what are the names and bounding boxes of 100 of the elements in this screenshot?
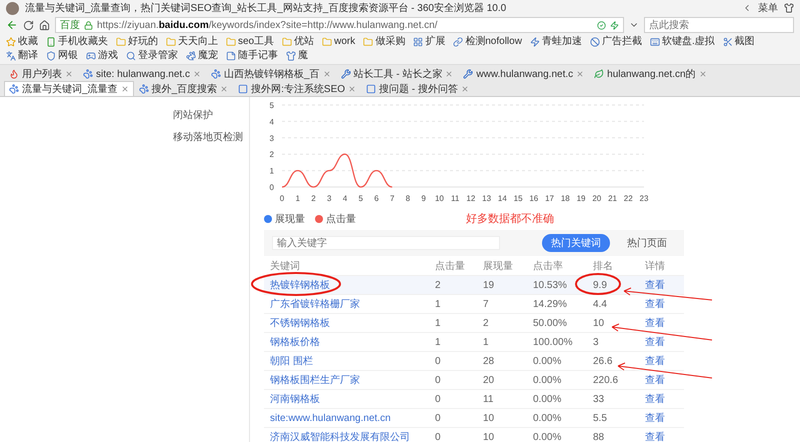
toolbar-item[interactable]: 翻译 (6, 49, 38, 63)
bookmark[interactable]: 天天向上 (166, 35, 218, 49)
close-icon[interactable] (220, 85, 228, 93)
keyword-link[interactable]: 河南钢格板 (270, 392, 435, 406)
legend-item[interactable]: 点击量 (315, 212, 356, 226)
axis-label: 3 (270, 134, 274, 143)
view-link[interactable]: 查看 (645, 354, 685, 368)
folder-icon (322, 37, 332, 47)
bookmark[interactable]: 收藏 (6, 35, 38, 49)
keyword-link[interactable]: 钢格板围栏生产厂家 (270, 373, 435, 387)
shirt-icon (286, 51, 296, 61)
close-icon[interactable] (120, 85, 129, 93)
table-cell-text: 9.9 (593, 280, 608, 290)
phone-icon (46, 37, 56, 47)
bookmark[interactable]: 好玩的 (116, 35, 158, 49)
keyword-link[interactable]: 济南汉威智能科技发展有限公司 (270, 430, 435, 442)
close-icon[interactable] (322, 70, 331, 78)
close-icon[interactable] (460, 85, 469, 93)
view-link[interactable]: 查看 (645, 430, 685, 442)
avatar[interactable] (6, 2, 19, 14)
table-cell-text: 0 (435, 432, 442, 442)
menu-label[interactable]: 菜单 (758, 1, 778, 15)
keyword-search-field[interactable]: 输入关键字 (272, 236, 500, 250)
axis-label: 21 (608, 194, 617, 203)
legend-item[interactable]: 展现量 (264, 212, 305, 226)
bookmark[interactable]: 优站 (282, 35, 314, 49)
axis-label: 8 (406, 194, 410, 203)
toolbar-item[interactable]: 网银 (46, 49, 78, 63)
view-link[interactable]: 查看 (645, 297, 685, 311)
toolbar-item[interactable]: 检测nofollow (453, 35, 522, 49)
close-icon[interactable] (576, 70, 584, 78)
toolbar-item[interactable]: 青蛙加速 (530, 35, 582, 49)
table-cell-text: 88 (593, 432, 606, 442)
toolbar-item[interactable]: 广告拦截 (590, 35, 642, 49)
table-cell-text: 0 (435, 412, 442, 424)
column-header: 点击量 (435, 260, 466, 272)
close-icon[interactable] (445, 70, 454, 78)
sidebar-item[interactable]: 闭站保护 (173, 109, 249, 123)
view-link[interactable]: 查看 (645, 278, 685, 292)
close-icon[interactable] (192, 70, 201, 78)
toolbar-item[interactable]: 扩展 (413, 35, 446, 49)
keyword-link[interactable]: 热镀锌钢格板 (270, 278, 435, 292)
refresh-icon[interactable] (23, 20, 34, 30)
axis-label: 6 (374, 194, 379, 203)
back-icon[interactable] (6, 19, 18, 31)
axis-label: 2 (270, 150, 274, 160)
keyword-link[interactable]: site:www.hulanwang.net.cn (270, 412, 435, 424)
toolbar-item[interactable]: 软键盘.虚拟 (650, 35, 715, 49)
home-icon[interactable] (39, 20, 50, 30)
toolbar-item[interactable]: 游戏 (86, 49, 118, 63)
bookmark[interactable]: 做采购 (363, 35, 406, 49)
url-text: https://ziyuan.baidu.com/keywords/index?site=http://www.hulanwang.net.cn/ (97, 20, 438, 30)
address-bar[interactable]: 百度 https://ziyuan.baidu.com/keywords/index?site=http://www.hulanwang.net.cn/ (55, 17, 624, 33)
view-tab[interactable]: 热门关键词 (542, 234, 610, 252)
keyword-link[interactable]: 不锈钢钢格板 (270, 316, 435, 330)
view-link[interactable]: 查看 (645, 335, 685, 349)
bookmark[interactable]: 手机收藏夹 (46, 35, 108, 49)
search-field[interactable]: 点此搜索 (644, 17, 794, 33)
wrench-icon (463, 69, 474, 79)
table-cell-text: 11 (483, 394, 494, 404)
browser-tab[interactable]: 流量与关键词_流量查 (4, 81, 134, 96)
bolt-icon (530, 37, 540, 47)
view-link[interactable]: 查看 (645, 316, 685, 330)
axis-label: 4 (342, 194, 348, 203)
keyword-link[interactable]: 朝阳 围栏 (270, 354, 435, 368)
toolbar-item[interactable]: 截图 (722, 35, 755, 49)
leaf-icon (594, 69, 604, 79)
table-cell-text: 2 (435, 280, 442, 290)
toolbar-item[interactable]: 魔 (286, 49, 308, 63)
view-tab[interactable]: 热门页面 (618, 234, 676, 252)
axis-label: 23 (640, 194, 648, 203)
close-icon[interactable] (698, 70, 707, 78)
keyword-link[interactable]: 钢格板价格 (270, 335, 435, 349)
toolbar-item[interactable]: 魔宠 (186, 49, 218, 63)
shirt-icon[interactable] (784, 3, 794, 13)
folder-icon (116, 37, 126, 47)
sidebar-item[interactable]: 移动落地页检测 (173, 131, 249, 145)
bookmark[interactable]: work (322, 35, 356, 49)
axis-label: 20 (592, 194, 602, 203)
bookmark[interactable]: seo工具 (226, 35, 274, 49)
table-cell-text: 0.00% (533, 356, 562, 366)
toolbar-item[interactable]: 登录管家 (126, 49, 178, 63)
table-cell-text: 5.5 (593, 412, 608, 424)
folder-icon (166, 37, 176, 47)
keyword-link[interactable]: 广东省镀锌格栅厂家 (270, 297, 435, 311)
check-circle-icon[interactable] (597, 20, 606, 30)
bolt-icon[interactable] (610, 20, 619, 30)
view-link[interactable]: 查看 (645, 411, 685, 425)
square-icon (238, 84, 248, 94)
close-icon[interactable] (65, 70, 73, 78)
hand-drawn-circle (575, 273, 621, 295)
view-link[interactable]: 查看 (645, 392, 685, 406)
axis-label: 10 (434, 194, 444, 203)
view-link[interactable]: 查看 (645, 373, 685, 387)
close-icon[interactable] (348, 85, 356, 93)
axis-label: 22 (624, 194, 633, 203)
axis-label: 7 (390, 194, 394, 203)
table-row[interactable]: 热镀锌钢格板 2 19 10.53% 9.9 查看 (264, 276, 684, 295)
table-cell-text: 220.6 (593, 374, 620, 386)
toolbar-item[interactable]: 随手记事 (226, 49, 278, 63)
